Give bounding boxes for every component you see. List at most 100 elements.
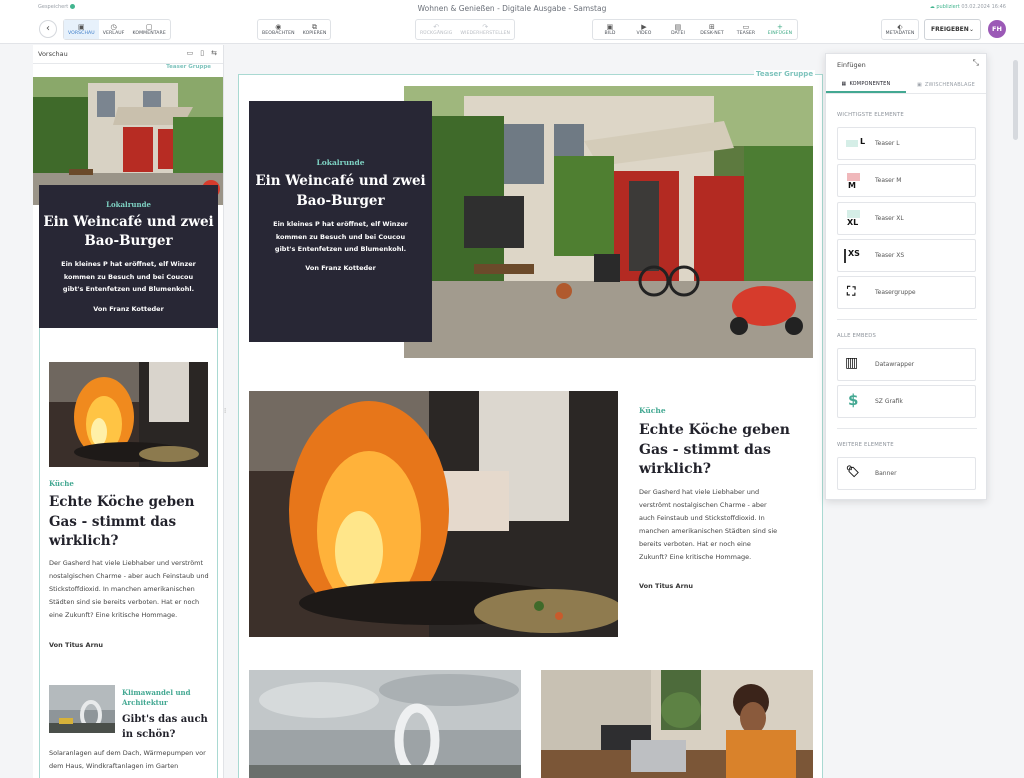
image-icon: ▣ — [606, 23, 614, 31]
video-button[interactable]: ▶ VIDEO — [627, 20, 661, 39]
file-button[interactable]: ▤ DATEI — [661, 20, 695, 39]
user-avatar[interactable]: FH — [988, 20, 1006, 38]
second-text[interactable]: Der Gasherd hat viele Liebhaber und vers… — [639, 486, 779, 564]
metadata-group: ⬖ METADATEN — [881, 19, 919, 40]
lead-teaser[interactable]: Lokalrunde Ein Weincafé und zwei Bao-Bur… — [249, 101, 432, 342]
top-toolbar: Gespeichert Wohnen & Genießen - Digitale… — [0, 0, 1024, 44]
cooking-fire-image[interactable] — [249, 391, 618, 637]
preview-pane: Vorschau ▭ ▯ ⇆ Teaser Gruppe Lokalrunde … — [33, 45, 224, 778]
lead-kicker: Lokalrunde — [316, 158, 365, 167]
third-headline: Gibt's das auch in schön? — [122, 714, 208, 740]
second-headline: Echte Köche geben Gas - stimmt das wirkl… — [49, 494, 195, 549]
history-button[interactable]: ◷ VERLAUF — [99, 20, 129, 39]
component-name: Teasergruppe — [875, 289, 916, 296]
component-banner[interactable]: 🏷 Banner — [837, 457, 976, 490]
cooking-fire-image — [49, 362, 208, 467]
divider — [837, 428, 977, 429]
component-teaser-l[interactable]: L Teaser L — [837, 127, 976, 160]
component-name: SZ Grafik — [875, 398, 903, 405]
bar-chart-icon: ▥ — [845, 355, 859, 371]
teaser-xs-swatch — [844, 249, 846, 263]
insert-button-group: ▣ BILD ▶ VIDEO ▤ DATEI ⊞ DESK-NET ▭ TEASER + E… — [592, 19, 798, 40]
office-image[interactable] — [541, 670, 813, 778]
copy-button[interactable]: ⧉ KOPIEREN — [299, 20, 331, 39]
second-headline[interactable]: Echte Köche geben Gas - stimmt das wirkl… — [639, 421, 799, 480]
architecture-image — [49, 685, 115, 733]
lead-text: Ein kleines P hat eröffnet, elf Winzer k… — [273, 220, 408, 253]
component-teaser-m[interactable]: M Teaser M — [837, 164, 976, 197]
insert-panel: Einfügen ⤡ ▦ KOMPONENTEN ▣ ZWISCHENABLAGE … — [825, 53, 987, 500]
comments-button[interactable]: ▢ KOMMENTARE — [129, 20, 170, 39]
section-important: WICHTIGSTE ELEMENTE — [837, 112, 904, 118]
preview-button[interactable]: ▣ VORSCHAU — [64, 20, 99, 39]
comment-icon: ▢ — [145, 23, 153, 31]
metadata-button[interactable]: ⬖ METADATEN — [882, 20, 918, 39]
preview-title: Vorschau — [38, 50, 68, 58]
back-button[interactable]: ‹ — [39, 20, 57, 38]
redo-icon: ↷ — [482, 23, 489, 31]
mobile-icon[interactable]: ▯ — [200, 49, 204, 57]
grid-icon: ▦ — [841, 80, 847, 87]
teaser-m-swatch — [847, 173, 860, 181]
release-dropdown[interactable]: FREIGEBEN ⌄ — [924, 19, 981, 40]
section-embeds: ALLE EMBEDS — [837, 333, 877, 339]
video-icon: ▶ — [641, 23, 647, 31]
component-datawrapper[interactable]: ▥ Datawrapper — [837, 348, 976, 381]
teaser-xs-icon: XS — [848, 249, 860, 258]
lead-headline: Ein Weincafé und zwei Bao-Burger — [255, 173, 426, 209]
chevron-down-icon: ⌄ — [968, 26, 974, 33]
second-text: Der Gasherd hat viele Liebhaber und vers… — [49, 559, 209, 619]
second-author[interactable]: Von Titus Arnu — [639, 582, 693, 590]
publish-status: ☁ publiziert 03.02.2024 16:46 — [929, 4, 1006, 10]
undo-button[interactable]: ↶ RÜCKGÄNGIG — [416, 20, 456, 39]
dollar-icon: $ — [848, 391, 859, 409]
teaser-xl-swatch — [847, 210, 860, 218]
file-icon: ▤ — [674, 23, 682, 31]
resize-handle[interactable]: ⁞ — [224, 407, 226, 415]
lead-author: Von Franz Kotteder — [305, 263, 376, 272]
teaser-m-icon: M — [848, 181, 856, 190]
third-text: Solaranlagen auf dem Dach, Wärmepumpen v… — [49, 749, 206, 770]
teaser-button[interactable]: ▭ TEASER — [729, 20, 763, 39]
preview-group-label: Teaser Gruppe — [166, 64, 211, 70]
insert-button[interactable]: + EINFÜGEN — [763, 20, 797, 39]
collapse-icon[interactable]: ⤡ — [973, 58, 979, 68]
component-teaser-xl[interactable]: XL Teaser XL — [837, 202, 976, 235]
insert-panel-header: Einfügen ⤡ — [826, 54, 986, 74]
component-sz-grafik[interactable]: $ SZ Grafik — [837, 385, 976, 418]
copy-icon: ⧉ — [312, 23, 318, 31]
insert-panel-title: Einfügen — [837, 61, 866, 69]
desktop-icon[interactable]: ▭ — [187, 49, 194, 57]
component-name: Teaser XL — [875, 215, 904, 222]
second-kicker: Küche — [49, 479, 74, 488]
watch-copy-group: ◉ BEOBACHTEN ⧉ KOPIEREN — [257, 19, 332, 40]
second-author: Von Titus Arnu — [49, 641, 104, 649]
teaser-l-swatch — [846, 140, 858, 147]
redo-button[interactable]: ↷ WIEDERHERSTELLEN — [456, 20, 514, 39]
scrollbar[interactable] — [1013, 60, 1018, 140]
document-title: Wohnen & Genießen - Digitale Ausgabe - S… — [417, 4, 607, 13]
clock-icon: ◷ — [110, 23, 117, 31]
teasergroup-icon: ⛶ — [847, 284, 856, 298]
watch-button[interactable]: ◉ BEOBACHTEN — [258, 20, 299, 39]
component-name: Datawrapper — [875, 361, 915, 368]
divider — [837, 319, 977, 320]
tab-clipboard[interactable]: ▣ ZWISCHENABLAGE — [906, 76, 986, 93]
component-teaser-xs[interactable]: XS Teaser XS — [837, 239, 976, 272]
component-name: Banner — [875, 470, 897, 477]
lead-text: Ein kleines P hat eröffnet, elf Winzer k… — [61, 260, 196, 293]
image-button[interactable]: ▣ BILD — [593, 20, 627, 39]
architecture-image[interactable] — [249, 670, 521, 778]
section-more: WEITERE ELEMENTE — [837, 442, 894, 448]
lead-kicker: Lokalrunde — [106, 200, 151, 209]
clipboard-icon: ▣ — [916, 81, 922, 88]
desk-net-button[interactable]: ⊞ DESK-NET — [695, 20, 729, 39]
component-teasergruppe[interactable]: ⛶ Teasergruppe — [837, 276, 976, 309]
cafe-image[interactable] — [404, 86, 813, 358]
teaser-group-label: Teaser Gruppe — [754, 70, 816, 78]
insert-tabs: ▦ KOMPONENTEN ▣ ZWISCHENABLAGE — [826, 76, 986, 94]
tab-components[interactable]: ▦ KOMPONENTEN — [826, 76, 906, 93]
preview-lead-teaser[interactable]: Lokalrunde Ein Weincafé und zwei Bao-Bur… — [39, 185, 218, 328]
preview-icon: ▣ — [78, 23, 85, 31]
swap-icon[interactable]: ⇆ — [211, 49, 217, 57]
